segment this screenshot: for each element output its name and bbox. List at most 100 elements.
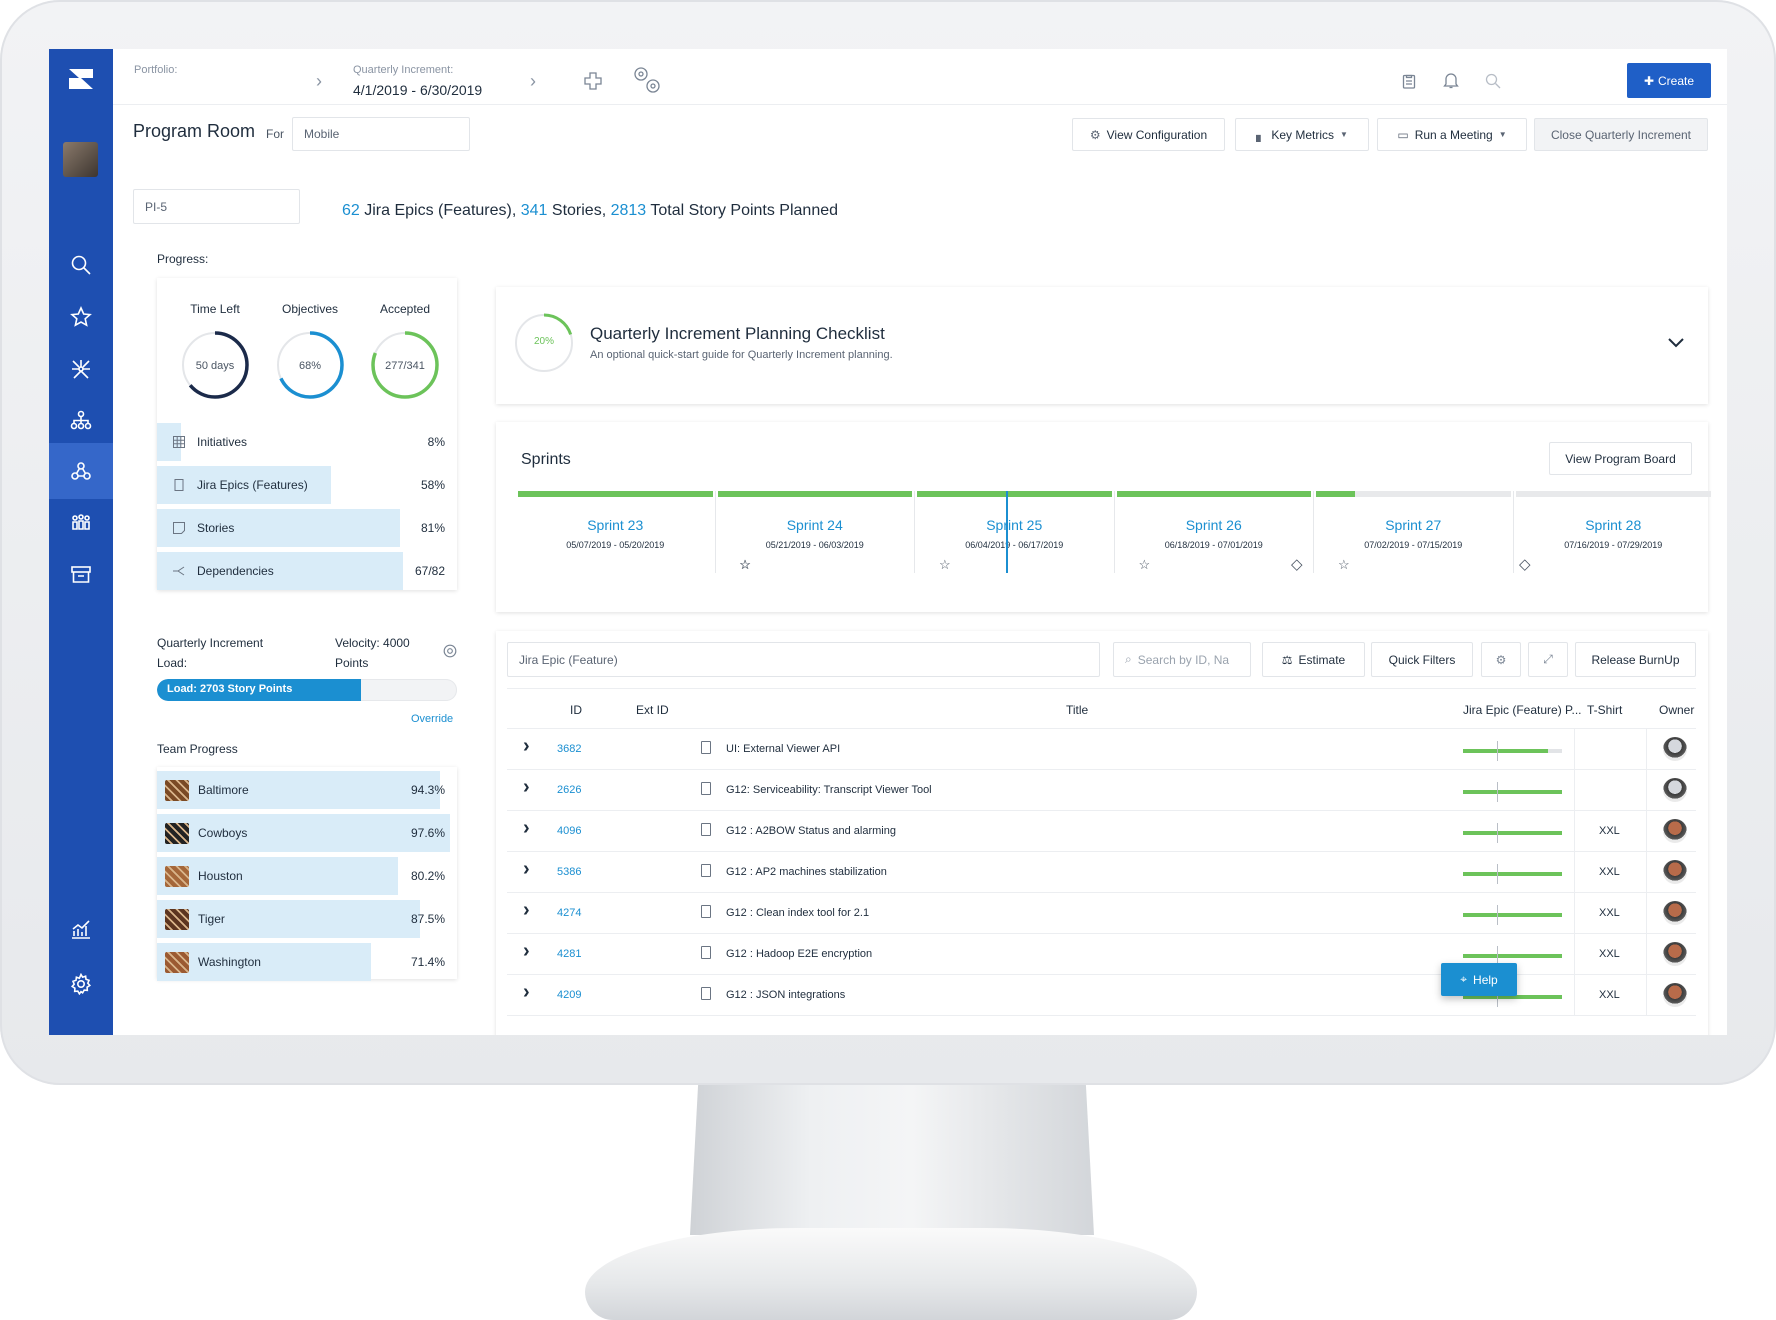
progress-row-dependencies[interactable]: Dependencies 67/82	[157, 552, 457, 590]
override-link[interactable]: Override	[411, 713, 453, 725]
sidebar-archive-icon[interactable]	[49, 546, 113, 602]
owner-avatar[interactable]	[1663, 983, 1687, 1007]
expand-row-icon[interactable]: ›	[523, 981, 530, 1004]
sprint-1[interactable]: Sprint 23 05/07/2019 - 05/20/2019	[516, 491, 716, 573]
column-owner[interactable]: Owner	[1659, 703, 1694, 717]
row-title[interactable]: G12 : A2BOW Status and alarming	[726, 825, 896, 837]
team-row-baltimore[interactable]: Baltimore 94.3%	[157, 771, 457, 809]
view-program-board-button[interactable]: View Program Board	[1549, 442, 1692, 475]
app-logo-icon[interactable]	[67, 65, 95, 93]
sprint-name[interactable]: Sprint 25	[915, 517, 1114, 533]
sprint-name[interactable]: Sprint 28	[1514, 517, 1714, 533]
sidebar-search-icon[interactable]	[49, 237, 113, 293]
search-icon[interactable]	[1485, 73, 1501, 89]
row-id[interactable]: 5386	[557, 866, 581, 878]
dependency-diamond-icon[interactable]: ◇	[1291, 555, 1303, 573]
create-button[interactable]: ✚ Create	[1627, 63, 1711, 98]
row-id[interactable]: 4209	[557, 989, 581, 1001]
expand-row-icon[interactable]: ›	[523, 940, 530, 963]
sidebar-teams-icon[interactable]	[49, 495, 113, 551]
row-id[interactable]: 2626	[557, 784, 581, 796]
key-metrics-button[interactable]: ▖ Key Metrics ▼	[1235, 118, 1369, 151]
team-row-houston[interactable]: Houston 80.2%	[157, 857, 457, 895]
qi-date-range[interactable]: 4/1/2019 - 6/30/2019	[353, 82, 482, 98]
user-avatar[interactable]	[63, 142, 98, 177]
table-row[interactable]: › 4209 G12 : JSON integrations XXL	[507, 975, 1696, 1016]
owner-avatar[interactable]	[1663, 737, 1687, 761]
sprint-3[interactable]: Sprint 25 06/04/2019 - 06/17/2019 ☆	[915, 491, 1115, 573]
column-progress[interactable]: Jira Epic (Feature) P...	[1463, 703, 1582, 717]
milestone-star-icon[interactable]: ☆	[1139, 557, 1151, 573]
add-icon[interactable]	[583, 71, 603, 91]
portfolio-chevron-icon[interactable]: ›	[316, 71, 322, 92]
clipboard-icon[interactable]	[1402, 73, 1416, 89]
close-qi-button[interactable]: Close Quarterly Increment	[1534, 118, 1708, 151]
expand-row-icon[interactable]: ›	[523, 817, 530, 840]
column-id[interactable]: ID	[570, 703, 582, 717]
milestone-star-icon[interactable]: ☆	[1338, 557, 1350, 573]
row-title[interactable]: G12 : AP2 machines stabilization	[726, 866, 887, 878]
expand-row-icon[interactable]: ›	[523, 899, 530, 922]
chevron-down-icon[interactable]	[1667, 337, 1685, 349]
bell-icon[interactable]	[1443, 72, 1459, 89]
sprint-4[interactable]: Sprint 26 06/18/2019 - 07/01/2019 ☆	[1115, 491, 1314, 573]
sidebar-network-icon[interactable]	[49, 341, 113, 397]
row-title[interactable]: G12: Serviceability: Transcript Viewer T…	[726, 784, 932, 796]
column-title[interactable]: Title	[1066, 703, 1088, 717]
owner-avatar[interactable]	[1663, 819, 1687, 843]
progress-row-stories[interactable]: Stories 81%	[157, 509, 457, 547]
sidebar-program-room-icon[interactable]	[49, 443, 113, 499]
sidebar-analytics-icon[interactable]	[49, 901, 113, 957]
quick-filters-button[interactable]: Quick Filters	[1371, 642, 1473, 677]
column-tshirt[interactable]: T-Shirt	[1587, 703, 1622, 717]
sidebar-settings-icon[interactable]	[49, 956, 113, 1012]
sprint-name[interactable]: Sprint 27	[1314, 517, 1513, 533]
row-title[interactable]: G12 : Clean index tool for 2.1	[726, 907, 869, 919]
dependency-diamond-icon[interactable]: ◇	[1519, 555, 1531, 573]
estimate-button[interactable]: ⚖ Estimate	[1262, 642, 1365, 677]
sidebar-hierarchy-icon[interactable]	[49, 392, 113, 448]
sidebar-star-icon[interactable]	[49, 289, 113, 345]
row-id[interactable]: 4274	[557, 907, 581, 919]
milestone-star-icon[interactable]: ☆	[939, 557, 951, 573]
owner-avatar[interactable]	[1663, 942, 1687, 966]
sprint-name[interactable]: Sprint 23	[516, 517, 715, 533]
sprint-name[interactable]: Sprint 26	[1115, 517, 1314, 533]
row-title[interactable]: G12 : Hadoop E2E encryption	[726, 948, 872, 960]
table-settings-icon[interactable]: ⚙	[1481, 642, 1521, 677]
gears-icon[interactable]	[630, 64, 664, 96]
progress-row-initiatives[interactable]: Initiatives 8%	[157, 423, 457, 461]
team-row-cowboys[interactable]: Cowboys 97.6%	[157, 814, 457, 852]
row-id[interactable]: 4281	[557, 948, 581, 960]
load-settings-icon[interactable]	[442, 643, 458, 659]
table-row[interactable]: › 4274 G12 : Clean index tool for 2.1 XXL	[507, 893, 1696, 934]
row-title[interactable]: G12 : JSON integrations	[726, 989, 845, 1001]
expand-row-icon[interactable]: ›	[523, 735, 530, 758]
help-button[interactable]: ⌖ Help	[1441, 963, 1517, 996]
sprint-5[interactable]: Sprint 27 07/02/2019 - 07/15/2019 ☆	[1314, 491, 1514, 573]
row-id[interactable]: 4096	[557, 825, 581, 837]
issue-type-select[interactable]: Jira Epic (Feature)	[507, 642, 1100, 677]
expand-icon[interactable]: ⤢	[1528, 642, 1568, 677]
release-burnup-button[interactable]: Release BurnUp	[1575, 642, 1696, 677]
row-id[interactable]: 3682	[557, 743, 581, 755]
owner-avatar[interactable]	[1663, 860, 1687, 884]
run-meeting-button[interactable]: ▭ Run a Meeting ▼	[1377, 118, 1527, 151]
view-configuration-button[interactable]: ⚙ View Configuration	[1072, 118, 1225, 151]
table-row[interactable]: › 4096 G12 : A2BOW Status and alarming XXL	[507, 811, 1696, 852]
column-ext-id[interactable]: Ext ID	[636, 703, 669, 717]
milestone-star-icon[interactable]: ☆	[739, 557, 751, 573]
sprint-6[interactable]: Sprint 28 07/16/2019 - 07/29/2019	[1514, 491, 1714, 573]
progress-row-epics[interactable]: Jira Epics (Features) 58%	[157, 466, 457, 504]
qi-chevron-icon[interactable]: ›	[530, 71, 536, 92]
expand-row-icon[interactable]: ›	[523, 776, 530, 799]
owner-avatar[interactable]	[1663, 901, 1687, 925]
team-row-washington[interactable]: Washington 71.4%	[157, 943, 457, 981]
table-row[interactable]: › 2626 G12: Serviceability: Transcript Vie…	[507, 770, 1696, 811]
team-row-tiger[interactable]: Tiger 87.5%	[157, 900, 457, 938]
expand-row-icon[interactable]: ›	[523, 858, 530, 881]
table-row[interactable]: › 4281 G12 : Hadoop E2E encryption XXL	[507, 934, 1696, 975]
row-title[interactable]: UI: External Viewer API	[726, 743, 840, 755]
pi-select[interactable]: PI-5	[133, 189, 300, 224]
table-row[interactable]: › 3682 UI: External Viewer API	[507, 729, 1696, 770]
